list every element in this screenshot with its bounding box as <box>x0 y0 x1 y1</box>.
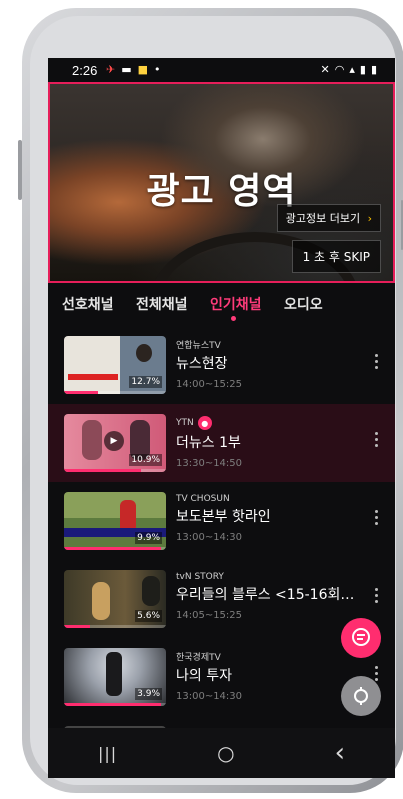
chat-bubble-icon <box>352 628 370 646</box>
channel-thumbnail[interactable]: 5.6% <box>64 570 166 628</box>
more-options-icon[interactable] <box>375 588 379 606</box>
more-options-icon[interactable] <box>375 432 379 450</box>
home-icon[interactable]: ○ <box>217 741 234 765</box>
channel-name: 연합뉴스TV <box>176 338 356 351</box>
channel-name-text: tvN STORY <box>176 572 224 582</box>
tab-popular[interactable]: 인기채널 <box>210 294 262 314</box>
channel-name: YTN ● <box>176 416 356 430</box>
rating-label: 10.9% <box>129 454 162 466</box>
channel-row[interactable]: 9.9% TV CHOSUN 보도본부 핫라인 13:00~14:30 <box>48 482 395 560</box>
wifi-icon: ◠ <box>334 63 345 76</box>
channel-row[interactable]: 5.6% tvN STORY 우리들의 블루스 <15-16회 연속… 14:0… <box>48 560 395 638</box>
mute-icon: ✕ <box>320 63 330 76</box>
rating-label: 5.6% <box>135 610 162 622</box>
crosshair-icon <box>354 687 368 705</box>
recent-apps-icon[interactable]: ||| <box>98 744 117 763</box>
program-time: 14:00~15:25 <box>176 379 243 390</box>
program-info: 한국경제TV 나의 투자 13:00~14:30 <box>176 650 356 702</box>
channel-name: TV CHOSUN <box>176 494 356 504</box>
dot-icon: • <box>154 63 161 76</box>
channel-thumbnail[interactable]: 9.9% <box>64 492 166 550</box>
ad-more-info-button[interactable]: 광고정보 더보기 › <box>276 204 381 232</box>
battery-icon: ▮ <box>370 63 377 76</box>
channel-name-text: 한국경제TV <box>176 653 221 663</box>
app-screen: 2:26 ✈ ▬ ■ • ✕ ◠ ▴ ▮ ▮ 광고 영역 광고정보 더보기 › … <box>48 58 395 778</box>
anchor-figure <box>136 344 152 362</box>
progress-fill <box>64 625 90 628</box>
chat-button[interactable] <box>341 618 381 658</box>
ad-skip-button[interactable]: 1 초 후 SKIP <box>291 240 381 273</box>
rating-label: 12.7% <box>129 376 162 388</box>
status-right-icons: ✕ ◠ ▴ ▮ ▮ <box>321 63 377 76</box>
program-info: tvN STORY 우리들의 블루스 <15-16회 연속… 14:05~15:… <box>176 572 356 621</box>
chevron-right-icon: › <box>367 212 372 225</box>
app-icon: ■ <box>137 63 149 76</box>
channel-name-text: TV CHOSUN <box>176 494 230 504</box>
rating-label: 9.9% <box>135 532 162 544</box>
lte-icon: ▴ <box>349 63 355 76</box>
program-time: 13:30~14:50 <box>176 458 243 469</box>
progress-fill <box>64 547 161 550</box>
program-title: 더뉴스 1부 <box>176 435 241 451</box>
more-options-icon[interactable] <box>375 510 379 528</box>
program-time: 13:00~14:30 <box>176 691 243 702</box>
progress-fill <box>64 469 141 472</box>
channel-tabs: 선호채널 전체채널 인기채널 오디오 <box>48 288 395 321</box>
rating-label: 3.9% <box>135 688 162 700</box>
program-time: 14:05~15:25 <box>176 610 243 621</box>
more-options-icon[interactable] <box>375 354 379 372</box>
system-nav-bar: ||| ○ ‹ <box>48 728 395 778</box>
anchor-figure <box>82 420 102 460</box>
actor-figure <box>92 582 110 620</box>
chat-badge-icon: ● <box>197 416 212 430</box>
channel-thumbnail[interactable]: 3.9% <box>64 648 166 706</box>
signal-icon: ▮ <box>359 63 366 76</box>
signal-alert-icon: ✈ <box>106 63 116 76</box>
scroll-top-button[interactable] <box>341 676 381 716</box>
channel-row[interactable]: ▶ 10.9% YTN ● 더뉴스 1부 13:30~14:50 <box>48 404 395 482</box>
volume-button <box>18 140 22 200</box>
channel-row[interactable]: 12.7% 연합뉴스TV 뉴스현장 14:00~15:25 <box>48 326 395 404</box>
tab-preferred[interactable]: 선호채널 <box>62 294 114 314</box>
active-tab-indicator <box>231 316 236 321</box>
ad-area[interactable]: 광고 영역 광고정보 더보기 › 1 초 후 SKIP <box>48 82 395 283</box>
tab-audio[interactable]: 오디오 <box>284 294 323 314</box>
program-title: 뉴스현장 <box>176 356 228 372</box>
program-info: TV CHOSUN 보도본부 핫라인 13:00~14:30 <box>176 494 356 543</box>
back-icon[interactable]: ‹ <box>335 738 345 768</box>
channel-thumbnail[interactable]: ▶ 10.9% <box>64 414 166 472</box>
channel-name: 한국경제TV <box>176 650 356 663</box>
ad-more-info-label: 광고정보 더보기 <box>285 212 361 225</box>
status-time: 2:26 <box>72 63 98 78</box>
news-caption-bar <box>68 374 118 380</box>
status-bar: 2:26 ✈ ▬ ■ • ✕ ◠ ▴ ▮ ▮ <box>48 58 395 84</box>
program-title: 나의 투자 <box>176 668 232 684</box>
program-info: YTN ● 더뉴스 1부 13:30~14:50 <box>176 416 356 469</box>
actor-figure <box>142 576 160 606</box>
speaker-figure <box>106 652 122 696</box>
channel-name-text: 연합뉴스TV <box>176 341 221 351</box>
program-time: 13:00~14:30 <box>176 532 243 543</box>
status-left-icons: ✈ ▬ ■ • <box>106 63 161 76</box>
tab-all[interactable]: 전체채널 <box>136 294 188 314</box>
progress-fill <box>64 391 98 394</box>
chat-icon: ▬ <box>121 63 132 76</box>
program-title: 우리들의 블루스 <15-16회 연속… <box>176 587 356 603</box>
play-icon[interactable]: ▶ <box>104 431 124 451</box>
program-info: 연합뉴스TV 뉴스현장 14:00~15:25 <box>176 338 356 390</box>
program-title: 보도본부 핫라인 <box>176 509 271 525</box>
progress-fill <box>64 703 161 706</box>
more-options-icon[interactable] <box>375 666 379 684</box>
channel-name: tvN STORY <box>176 572 356 582</box>
channel-thumbnail[interactable]: 12.7% <box>64 336 166 394</box>
channel-name-text: YTN <box>176 418 194 428</box>
